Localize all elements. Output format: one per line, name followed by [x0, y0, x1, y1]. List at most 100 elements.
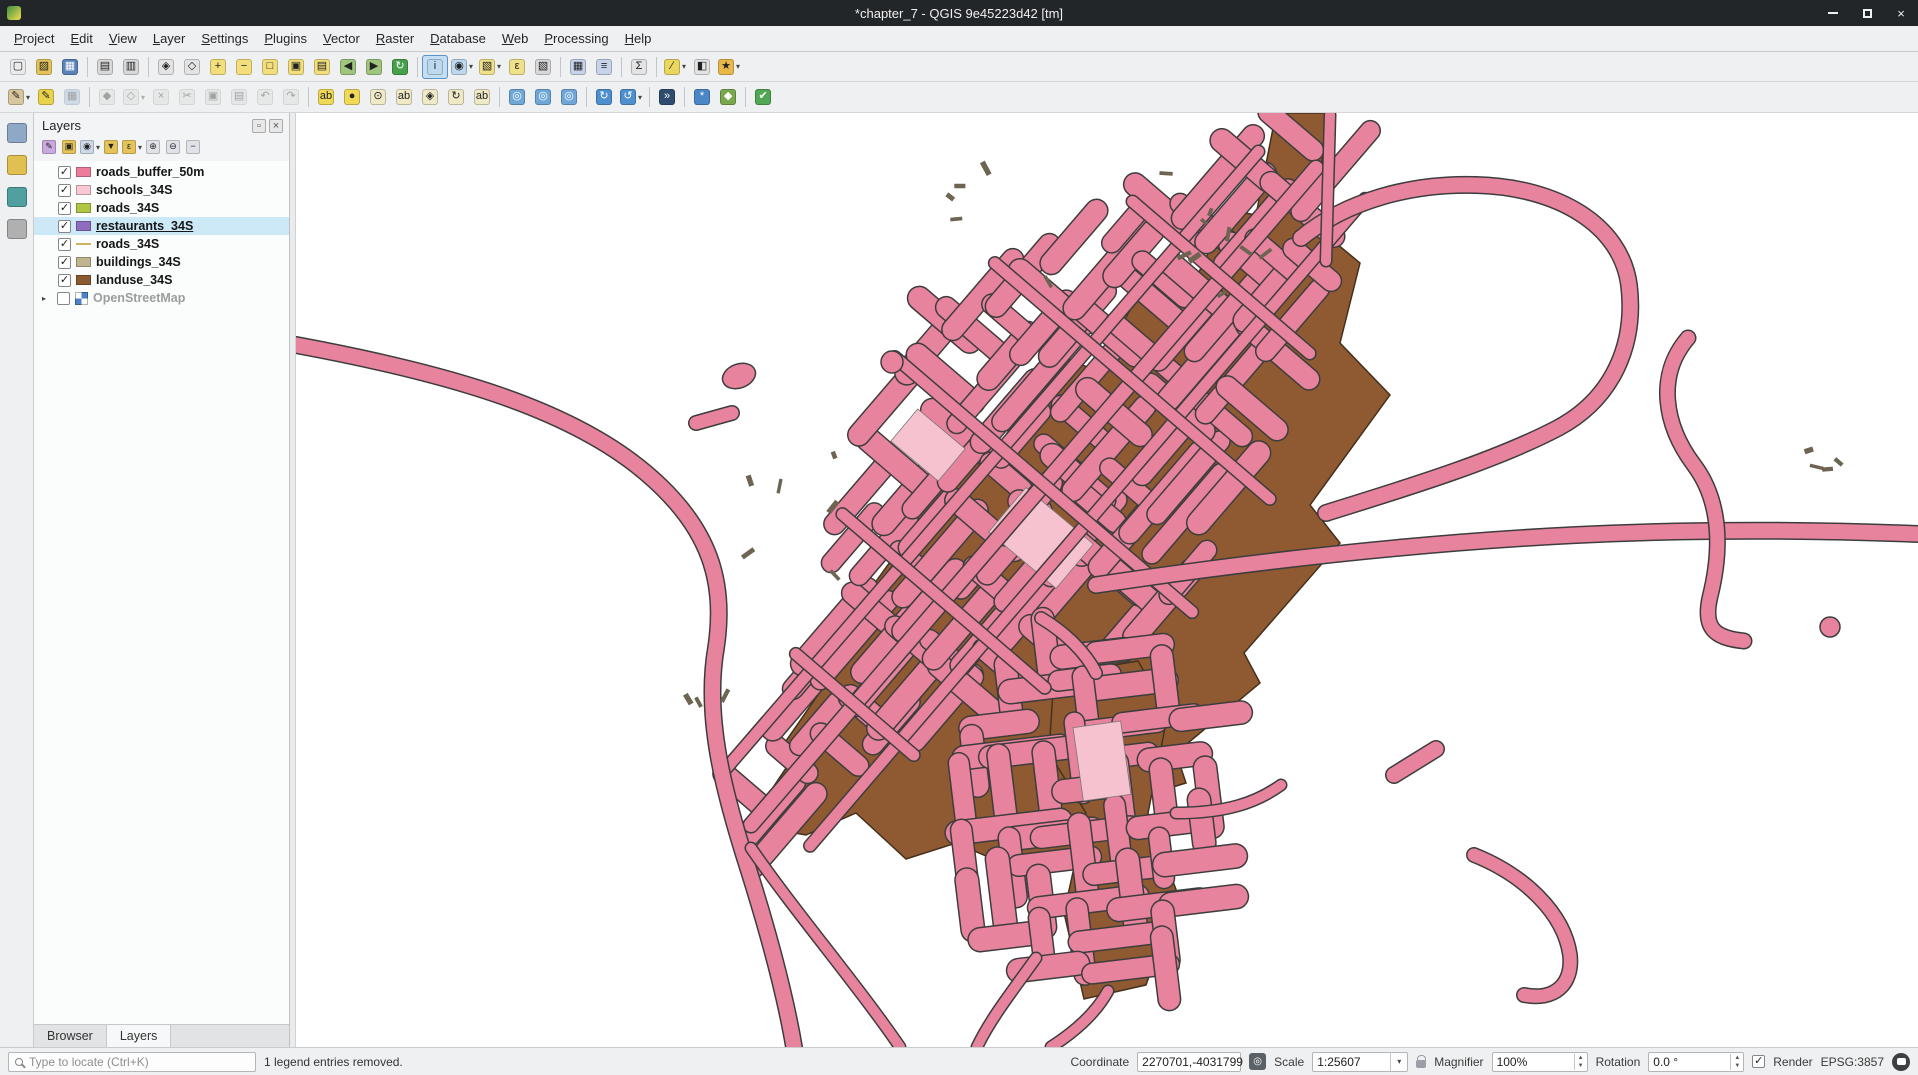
layer-checkbox[interactable]: ✓ [58, 166, 71, 179]
change-label[interactable]: ab [469, 85, 495, 109]
redo[interactable]: ↷ [278, 85, 304, 109]
collapse-all[interactable]: ⊖ [164, 138, 182, 156]
select-by-expression[interactable]: ε [504, 55, 530, 79]
map-tips[interactable]: ◧ [689, 55, 715, 79]
current-edits[interactable]: ✎▾ [5, 85, 33, 109]
panel-tab-browser[interactable]: Browser [34, 1025, 107, 1047]
zoom-to-selection[interactable]: ▣ [283, 55, 309, 79]
menu-raster[interactable]: Raster [368, 28, 422, 49]
layer-labeling[interactable]: ab [313, 85, 339, 109]
paste-features[interactable]: ▤ [226, 85, 252, 109]
new-spatial-bookmark-dropdown-icon[interactable]: ▾ [736, 62, 740, 71]
layer-checkbox[interactable]: ✓ [58, 238, 71, 251]
identify-features[interactable]: i [422, 55, 448, 79]
filter-by-expression-dropdown-icon[interactable]: ▾ [138, 143, 142, 152]
layer-row-roads_34s[interactable]: ✓roads_34S [34, 235, 289, 253]
spin-up-icon[interactable]: ▲ [1575, 1054, 1587, 1062]
layer-diagram[interactable]: ● [339, 85, 365, 109]
expand-all[interactable]: ⊕ [144, 138, 162, 156]
menu-layer[interactable]: Layer [145, 28, 194, 49]
add-polygon-feature[interactable]: ◆ [94, 85, 120, 109]
plugin-builder[interactable]: ↺▾ [617, 85, 645, 109]
add-wms-layer[interactable]: ◎ [530, 85, 556, 109]
pan-map-to-selection[interactable]: ◇ [179, 55, 205, 79]
messages-log-icon[interactable] [1892, 1053, 1910, 1071]
field-calculator[interactable]: ≡ [591, 55, 617, 79]
run-feature-action[interactable]: ◉▾ [448, 55, 476, 79]
crs-indicator[interactable]: EPSG:3857 [1821, 1055, 1884, 1069]
scale-lock-icon[interactable] [1416, 1060, 1426, 1068]
filter-legend[interactable]: ▼ [102, 138, 120, 156]
copy-features[interactable]: ▣ [200, 85, 226, 109]
advanced-digitizing-icon[interactable] [7, 155, 27, 175]
highlight-pinned-labels[interactable]: ab [391, 85, 417, 109]
move-label[interactable]: ◈ [417, 85, 443, 109]
layer-row-schools_34s[interactable]: ✓schools_34S [34, 181, 289, 199]
deselect-features[interactable]: ▧ [530, 55, 556, 79]
pan-map[interactable]: ◈ [153, 55, 179, 79]
open-layer-styling[interactable]: ✎ [40, 138, 58, 156]
spin-up-icon[interactable]: ▲ [1731, 1054, 1743, 1062]
menu-vector[interactable]: Vector [315, 28, 368, 49]
layer-expander-icon[interactable]: ▸ [42, 294, 52, 303]
zoom-next[interactable]: ▶ [361, 55, 387, 79]
menu-plugins[interactable]: Plugins [256, 28, 315, 49]
zoom-last[interactable]: ◀ [335, 55, 361, 79]
gps-panel-icon[interactable] [7, 219, 27, 239]
menu-view[interactable]: View [101, 28, 145, 49]
measure-line-dropdown-icon[interactable]: ▾ [682, 62, 686, 71]
rotate-label[interactable]: ↻ [443, 85, 469, 109]
layer-row-roads_buffer_50m[interactable]: ✓roads_buffer_50m [34, 163, 289, 181]
map-canvas[interactable] [296, 113, 1918, 1047]
layer-row-openstreetmap[interactable]: ▸OpenStreetMap [34, 289, 289, 307]
layer-checkbox[interactable]: ✓ [58, 274, 71, 287]
layer-checkbox[interactable]: ✓ [58, 220, 71, 233]
layer-row-landuse_34s[interactable]: ✓landuse_34S [34, 271, 289, 289]
vertex-tool[interactable]: ◇▾ [120, 85, 148, 109]
spin-down-icon[interactable]: ▼ [1575, 1062, 1587, 1070]
add-xyz-layer[interactable]: ◎ [556, 85, 582, 109]
layer-row-roads_34s[interactable]: ✓roads_34S [34, 199, 289, 217]
layer-row-restaurants_34s[interactable]: ✓restaurants_34S [34, 217, 289, 235]
pin-labels[interactable]: ⊙ [365, 85, 391, 109]
new-print-layout[interactable]: ▤ [92, 55, 118, 79]
menu-processing[interactable]: Processing [536, 28, 616, 49]
rotation-spin-arrows[interactable]: ▲▼ [1730, 1054, 1743, 1070]
new-spatial-bookmark[interactable]: ★▾ [715, 55, 743, 79]
plugin-reloader[interactable]: ↻ [591, 85, 617, 109]
coordinate-input[interactable]: 2270701,-4031799 [1137, 1052, 1241, 1072]
vertex-tool-dropdown-icon[interactable]: ▾ [141, 93, 145, 102]
menu-web[interactable]: Web [494, 28, 537, 49]
layer-checkbox[interactable]: ✓ [58, 184, 71, 197]
scale-combo[interactable]: 1:25607 ▾ [1312, 1052, 1408, 1072]
menu-project[interactable]: Project [6, 28, 62, 49]
open-attribute-table[interactable]: ▦ [565, 55, 591, 79]
save-project[interactable]: ▦ [57, 55, 83, 79]
panel-float-button[interactable]: ▫ [252, 119, 266, 133]
scale-dropdown-icon[interactable]: ▾ [1390, 1053, 1403, 1071]
select-features-dropdown-icon[interactable]: ▾ [497, 62, 501, 71]
save-layer-edits[interactable]: ▦ [59, 85, 85, 109]
zoom-out[interactable]: − [231, 55, 257, 79]
panel-close-button[interactable]: × [269, 119, 283, 133]
open-project[interactable]: ▨ [31, 55, 57, 79]
menu-settings[interactable]: Settings [193, 28, 256, 49]
undo[interactable]: ↶ [252, 85, 278, 109]
metasearch[interactable]: ◎ [504, 85, 530, 109]
filter-by-expression[interactable]: ε▾ [122, 138, 142, 156]
locate-search-input[interactable]: Type to locate (Ctrl+K) [8, 1052, 256, 1072]
refresh-map[interactable]: ↻ [387, 55, 413, 79]
cut-features[interactable]: ✂ [174, 85, 200, 109]
spin-down-icon[interactable]: ▼ [1731, 1062, 1743, 1070]
python-console[interactable]: » [654, 85, 680, 109]
extents-icon[interactable]: ◎ [1249, 1053, 1266, 1070]
manage-map-themes-dropdown-icon[interactable]: ▾ [96, 143, 100, 152]
browser-panel-icon[interactable] [7, 123, 27, 143]
select-features[interactable]: ▧▾ [476, 55, 504, 79]
menu-database[interactable]: Database [422, 28, 494, 49]
magnifier-spin-arrows[interactable]: ▲▼ [1574, 1054, 1587, 1070]
layer-checkbox[interactable]: ✓ [58, 202, 71, 215]
layer-checkbox[interactable] [57, 292, 70, 305]
processing-model-designer[interactable]: ◆ [715, 85, 741, 109]
current-edits-dropdown-icon[interactable]: ▾ [26, 93, 30, 102]
